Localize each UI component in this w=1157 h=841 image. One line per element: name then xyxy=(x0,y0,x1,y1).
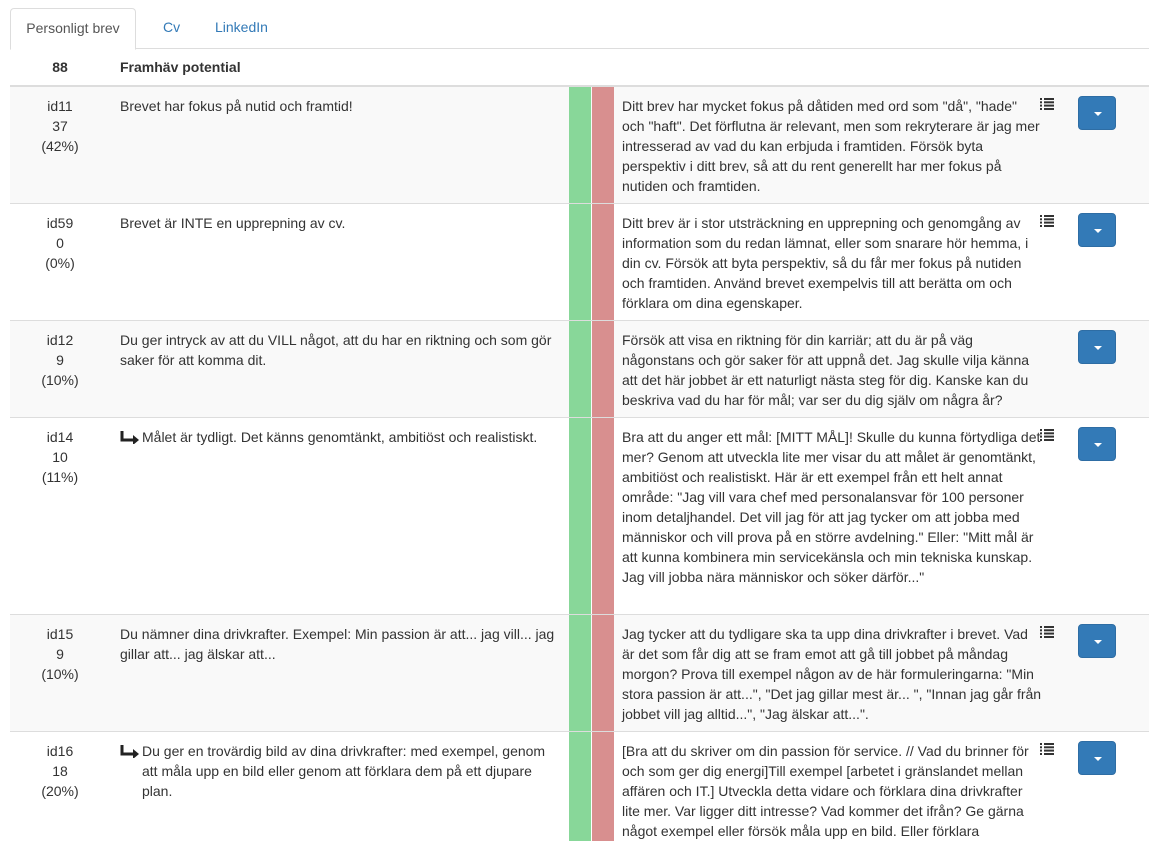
criterion-description: Du ger en trovärdig bild av dina drivkra… xyxy=(142,743,546,799)
positive-marker[interactable] xyxy=(569,418,591,614)
feedback-text: Försök att visa en riktning för din karr… xyxy=(622,332,1030,408)
dropdown-button[interactable] xyxy=(1078,96,1116,130)
feedback-text: Jag tycker att du tydligare ska ta upp d… xyxy=(622,626,1042,722)
criterion-stats: id16 18 (20%) xyxy=(10,741,110,801)
dropdown-button[interactable] xyxy=(1078,741,1116,775)
positive-marker[interactable] xyxy=(569,615,591,731)
dropdown-button[interactable] xyxy=(1078,427,1116,461)
negative-marker[interactable] xyxy=(592,321,614,417)
criterion-description: Du nämner dina drivkrafter. Exempel: Min… xyxy=(120,626,555,662)
criterion-count: 9 xyxy=(56,646,64,662)
criterion-description: Brevet är INTE en upprepning av cv. xyxy=(120,215,346,231)
tab-personligt-brev[interactable]: Personligt brev xyxy=(10,8,136,50)
caret-down-icon xyxy=(1094,112,1102,116)
caret-down-icon xyxy=(1094,640,1102,644)
tab-cv[interactable]: Cv xyxy=(148,8,195,49)
positive-marker[interactable] xyxy=(569,321,591,417)
caret-down-icon xyxy=(1094,757,1102,761)
negative-marker[interactable] xyxy=(592,87,614,203)
criterion-percent: (11%) xyxy=(41,469,79,485)
criterion-count: 10 xyxy=(52,449,68,465)
negative-marker[interactable] xyxy=(592,204,614,320)
criterion-id: id59 xyxy=(46,215,74,231)
criterion-id: id15 xyxy=(46,626,74,642)
caret-down-icon xyxy=(1094,346,1102,350)
criterion-percent: (20%) xyxy=(41,783,79,799)
criterion-id: id12 xyxy=(46,332,74,348)
criterion-description: Du ger intryck av att du VILL något, att… xyxy=(120,332,552,368)
tab-linkedin[interactable]: LinkedIn xyxy=(200,8,283,49)
arrow-turn-down-right-icon xyxy=(120,431,139,444)
criterion-id: id14 xyxy=(46,429,74,445)
table-row: id59 0 (0%) Brevet är INTE en upprepning… xyxy=(10,204,1149,321)
table-row: id11 37 (42%) Brevet har fokus på nutid … xyxy=(10,87,1149,204)
table-row: id12 9 (10%) Du ger intryck av att du VI… xyxy=(10,321,1149,418)
criterion-percent: (0%) xyxy=(45,255,75,271)
dropdown-button[interactable] xyxy=(1078,213,1116,247)
table-row: id16 18 (20%) Du ger en trovärdig bild a… xyxy=(10,732,1149,841)
criterion-count: 0 xyxy=(56,235,64,251)
list-icon[interactable] xyxy=(1040,215,1054,227)
positive-marker[interactable] xyxy=(569,87,591,203)
criterion-id: id11 xyxy=(47,98,73,114)
criterion-count: 37 xyxy=(52,118,68,134)
criterion-stats: id11 37 (42%) xyxy=(10,96,110,156)
table-row: id14 10 (11%) Målet är tydligt. Det känn… xyxy=(10,418,1149,615)
dropdown-button[interactable] xyxy=(1078,624,1116,658)
criterion-description: Brevet har fokus på nutid och framtid! xyxy=(120,98,353,114)
list-icon[interactable] xyxy=(1040,98,1054,110)
sub-criterion: Du ger en trovärdig bild av dina drivkra… xyxy=(120,741,560,801)
criterion-stats: id15 9 (10%) xyxy=(10,624,110,684)
caret-down-icon xyxy=(1094,443,1102,447)
criterion-id: id16 xyxy=(46,743,74,759)
tab-bar: Personligt brev Cv LinkedIn xyxy=(10,8,1149,50)
list-icon[interactable] xyxy=(1040,743,1054,755)
feedback-text: [Bra att du skriver om din passion för s… xyxy=(622,743,1029,839)
arrow-turn-down-right-icon xyxy=(120,745,139,758)
section-header: 88 Framhäv potential xyxy=(10,49,1149,87)
feedback-text: Ditt brev är i stor utsträckning en uppr… xyxy=(622,215,1029,311)
criterion-percent: (10%) xyxy=(41,666,79,682)
feedback-text: Bra att du anger ett mål: [MITT MÅL]! Sk… xyxy=(622,429,1041,585)
negative-marker[interactable] xyxy=(592,732,614,841)
criterion-stats: id12 9 (10%) xyxy=(10,330,110,390)
positive-marker[interactable] xyxy=(569,204,591,320)
feedback-text: Ditt brev har mycket fokus på dåtiden me… xyxy=(622,98,1040,194)
criterion-percent: (42%) xyxy=(41,138,79,154)
criterion-stats: id14 10 (11%) xyxy=(10,427,110,487)
positive-marker[interactable] xyxy=(569,732,591,841)
caret-down-icon xyxy=(1094,229,1102,233)
section-count: 88 xyxy=(52,59,68,75)
criterion-description: Målet är tydligt. Det känns genomtänkt, … xyxy=(142,429,538,445)
table-row: id15 9 (10%) Du nämner dina drivkrafter.… xyxy=(10,615,1149,732)
section-title: Framhäv potential xyxy=(120,59,241,75)
criterion-stats: id59 0 (0%) xyxy=(10,213,110,273)
list-icon[interactable] xyxy=(1040,626,1054,638)
sub-criterion: Målet är tydligt. Det känns genomtänkt, … xyxy=(120,427,560,447)
negative-marker[interactable] xyxy=(592,615,614,731)
criterion-percent: (10%) xyxy=(41,372,79,388)
criterion-count: 18 xyxy=(52,763,68,779)
negative-marker[interactable] xyxy=(592,418,614,614)
criterion-count: 9 xyxy=(56,352,64,368)
dropdown-button[interactable] xyxy=(1078,330,1116,364)
list-icon[interactable] xyxy=(1040,429,1054,441)
